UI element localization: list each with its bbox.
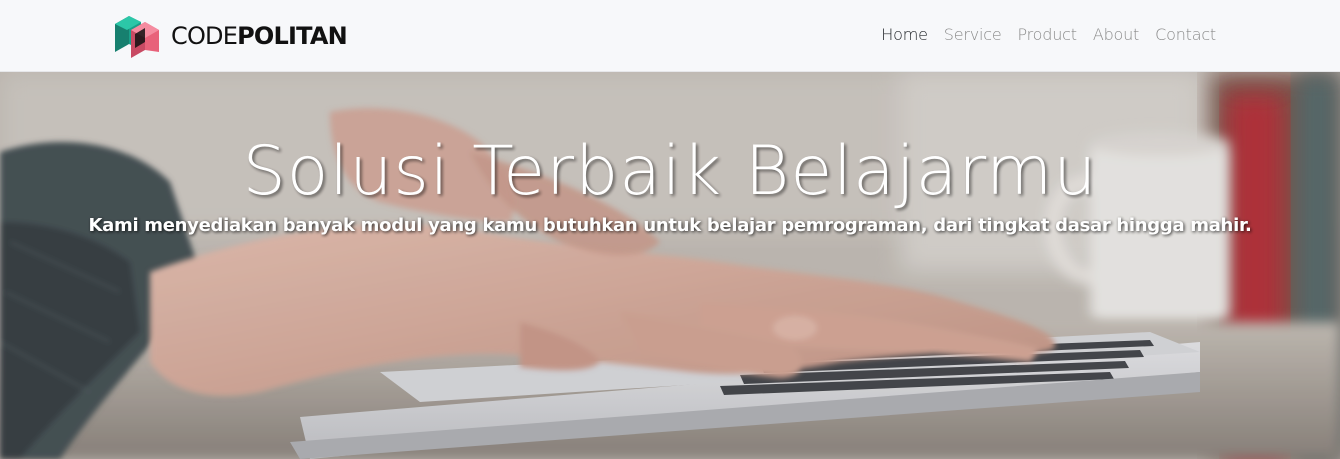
nav-item-home: Home (873, 0, 935, 70)
brand-link[interactable]: CODEPOLITAN (113, 10, 348, 62)
brand-name-bold: POLITAN (237, 22, 348, 50)
hero-title: Solusi Terbaik Belajarmu (242, 132, 1098, 211)
hero-background-image (0, 72, 1340, 459)
nav-item-about: About (1085, 0, 1147, 70)
navbar: CODEPOLITAN Home Service Product About C… (0, 0, 1340, 72)
nav-item-contact: Contact (1147, 0, 1224, 70)
nav-link-contact[interactable]: Contact (1147, 0, 1224, 70)
nav-link-about[interactable]: About (1085, 0, 1147, 70)
hero-section: Solusi Terbaik Belajarmu Kami menyediaka… (0, 72, 1340, 459)
hero-subtitle: Kami menyediakan banyak modul yang kamu … (88, 215, 1252, 236)
nav-link-home[interactable]: Home (873, 0, 935, 70)
codepolitan-logo-icon (115, 16, 159, 58)
brand-name-light: CODE (171, 22, 238, 50)
main-nav: Home Service Product About Contact (873, 0, 1224, 70)
nav-link-product[interactable]: Product (1009, 0, 1084, 70)
nav-item-service: Service (936, 0, 1010, 70)
brand-wordmark: CODEPOLITAN (171, 22, 348, 50)
nav-link-service[interactable]: Service (936, 0, 1010, 70)
nav-item-product: Product (1009, 0, 1084, 70)
